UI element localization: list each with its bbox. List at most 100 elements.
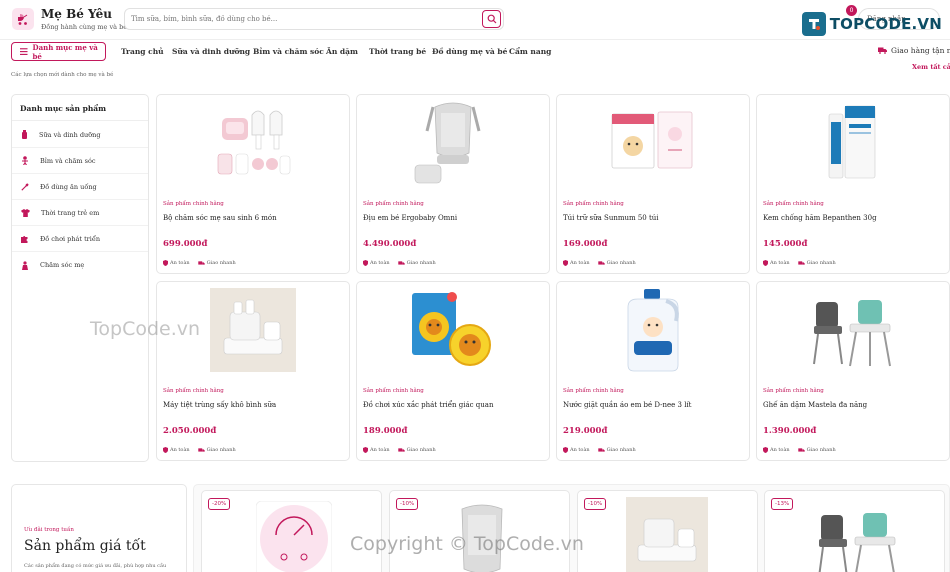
sidebar-item-fashion[interactable]: Thời trang trẻ em [12, 200, 148, 226]
bottle-icon [22, 130, 27, 139]
feature-safe: An toàn [570, 447, 590, 453]
product-image-sterilizer[interactable] [157, 282, 349, 378]
feature-fast: Giao nhanh [206, 447, 236, 453]
nav-link-weaning[interactable]: Ăn dặm [326, 47, 358, 56]
stroller-logo-icon[interactable] [12, 8, 34, 30]
product-name[interactable]: Địu em bé Ergobaby Omni [363, 214, 457, 222]
sale-card[interactable]: -13% [764, 490, 945, 572]
sale-card[interactable]: -10% [389, 490, 570, 572]
product-image-cream[interactable] [757, 95, 949, 191]
sale-product-image [461, 504, 503, 572]
topcode-logo-text: TOPCODE.VN [829, 15, 942, 33]
product-features: An toàn Giao nhanh [763, 447, 836, 453]
product-price: 1.390.000đ [763, 426, 817, 436]
brand-subtitle: Đồng hành cùng mẹ và bé [41, 23, 128, 31]
sidebar-item-label: Sữa và dinh dưỡng [39, 130, 101, 139]
product-image-rattle[interactable] [357, 282, 549, 378]
product-name[interactable]: Nước giặt quần áo em bé D-nee 3 lít [563, 401, 692, 409]
search-button[interactable] [482, 10, 501, 28]
product-image-high-chair[interactable] [757, 282, 949, 378]
product-tag: Sản phẩm chính hãng [763, 201, 824, 207]
product-price: 219.000đ [563, 426, 608, 436]
product-name[interactable]: Máy tiệt trùng sấy khô bình sữa [163, 401, 276, 409]
product-card[interactable]: Sản phẩm chính hãng Túi trữ sữa Sunmum 5… [556, 94, 750, 274]
feature-fast: Giao nhanh [406, 447, 436, 453]
nav-link-supplies[interactable]: Đồ dùng mẹ và bé [432, 47, 507, 56]
product-tag: Sản phẩm chính hãng [563, 388, 624, 394]
feature-fast: Giao nhanh [806, 447, 836, 453]
product-card[interactable]: Sản phẩm chính hãng Kem chống hăm Bepant… [756, 94, 950, 274]
nav-link-diapers[interactable]: Bỉm và chăm sóc [253, 47, 324, 56]
shipping-label: Giao hàng tận nơi [891, 46, 950, 55]
feature-safe: An toàn [770, 260, 790, 266]
sidebar-item-mother[interactable]: Chăm sóc mẹ [12, 252, 148, 278]
sidebar-item-label: Đồ dùng ăn uống [40, 182, 97, 191]
brand-title[interactable]: Mẹ Bé Yêu [41, 7, 112, 21]
sidebar-item-milk[interactable]: Sữa và dinh dưỡng [12, 122, 148, 148]
product-features: An toàn Giao nhanh [363, 447, 436, 453]
nav-link-milk[interactable]: Sữa và dinh dưỡng [172, 47, 250, 56]
product-name[interactable]: Đồ chơi xúc xắc phát triển giác quan [363, 401, 493, 409]
sidebar-item-diapers[interactable]: Bỉm và chăm sóc [12, 148, 148, 174]
puzzle-icon [21, 235, 28, 243]
product-card[interactable]: Sản phẩm chính hãng Nước giặt quần áo em… [556, 281, 750, 461]
nav-link-guide[interactable]: Cẩm nang [509, 47, 551, 56]
feature-safe: An toàn [570, 260, 590, 266]
truck-icon [397, 260, 405, 265]
shield-icon [363, 260, 368, 266]
sidebar-title: Danh mục sản phẩm [20, 104, 107, 113]
product-image-milk-bags[interactable] [557, 95, 749, 191]
menu-icon [20, 48, 28, 55]
truck-icon [397, 447, 405, 452]
sale-product-image [256, 501, 332, 572]
product-tag: Sản phẩm chính hãng [163, 201, 224, 207]
sidebar-item-toys[interactable]: Đồ chơi phát triển [12, 226, 148, 252]
product-card[interactable]: Sản phẩm chính hãng Bộ chăm sóc mẹ sau s… [156, 94, 350, 274]
product-name[interactable]: Ghế ăn dặm Mastela đa năng [763, 401, 867, 409]
sidebar-item-feeding[interactable]: Đồ dùng ăn uống [12, 174, 148, 200]
feature-fast: Giao nhanh [606, 260, 636, 266]
spoon-icon [21, 183, 29, 191]
see-all-link[interactable]: Xem tất cả → [912, 63, 950, 71]
product-name[interactable]: Bộ chăm sóc mẹ sau sinh 6 món [163, 214, 277, 222]
sale-product-image [818, 513, 896, 572]
baby-icon [22, 156, 28, 165]
site-header: Mẹ Bé Yêu Đồng hành cùng mẹ và bé 0 Đăng… [0, 0, 950, 40]
promo-kicker: Ưu đãi trong tuần [24, 527, 74, 533]
product-image-baby-carrier[interactable] [357, 95, 549, 191]
product-features: An toàn Giao nhanh [363, 260, 436, 266]
product-features: An toàn Giao nhanh [563, 260, 636, 266]
sale-card[interactable]: -10% [577, 490, 758, 572]
nav-link-fashion[interactable]: Thời trang bé [369, 47, 426, 56]
product-features: An toàn Giao nhanh [163, 260, 236, 266]
product-name[interactable]: Kem chống hăm Bepanthen 30g [763, 214, 877, 222]
sale-card[interactable]: -20% [201, 490, 382, 572]
feature-safe: An toàn [770, 447, 790, 453]
product-tag: Sản phẩm chính hãng [163, 388, 224, 394]
product-price: 189.000đ [363, 426, 408, 436]
discount-badge: -10% [396, 498, 419, 510]
category-menu-label: Danh mục mẹ và bé [32, 42, 98, 61]
product-tag: Sản phẩm chính hãng [563, 201, 624, 207]
product-card[interactable]: Sản phẩm chính hãng Đồ chơi xúc xắc phát… [356, 281, 550, 461]
shipping-info[interactable]: Giao hàng tận nơi [878, 46, 950, 55]
product-name[interactable]: Túi trữ sữa Sunmum 50 túi [563, 214, 659, 222]
shield-icon [163, 447, 168, 453]
sidebar-divider [12, 120, 148, 121]
main-nav: Danh mục mẹ và bé Trang chủ Sữa và dinh … [0, 40, 950, 66]
feature-fast: Giao nhanh [606, 447, 636, 453]
feature-safe: An toàn [370, 260, 390, 266]
product-tag: Sản phẩm chính hãng [363, 388, 424, 394]
search-input[interactable] [131, 11, 471, 27]
shield-icon [563, 260, 568, 266]
sidebar-item-label: Đồ chơi phát triển [40, 234, 101, 243]
category-menu-button[interactable]: Danh mục mẹ và bé [11, 42, 106, 61]
discount-badge: -20% [208, 498, 231, 510]
nav-link-home[interactable]: Trang chủ [121, 47, 164, 56]
product-image-breast-pump[interactable] [157, 95, 349, 191]
product-card[interactable]: Sản phẩm chính hãng Máy tiệt trùng sấy k… [156, 281, 350, 461]
product-image-detergent[interactable] [557, 282, 749, 378]
product-card[interactable]: Sản phẩm chính hãng Ghế ăn dặm Mastela đ… [756, 281, 950, 461]
product-features: An toàn Giao nhanh [163, 447, 236, 453]
product-card[interactable]: Sản phẩm chính hãng Địu em bé Ergobaby O… [356, 94, 550, 274]
